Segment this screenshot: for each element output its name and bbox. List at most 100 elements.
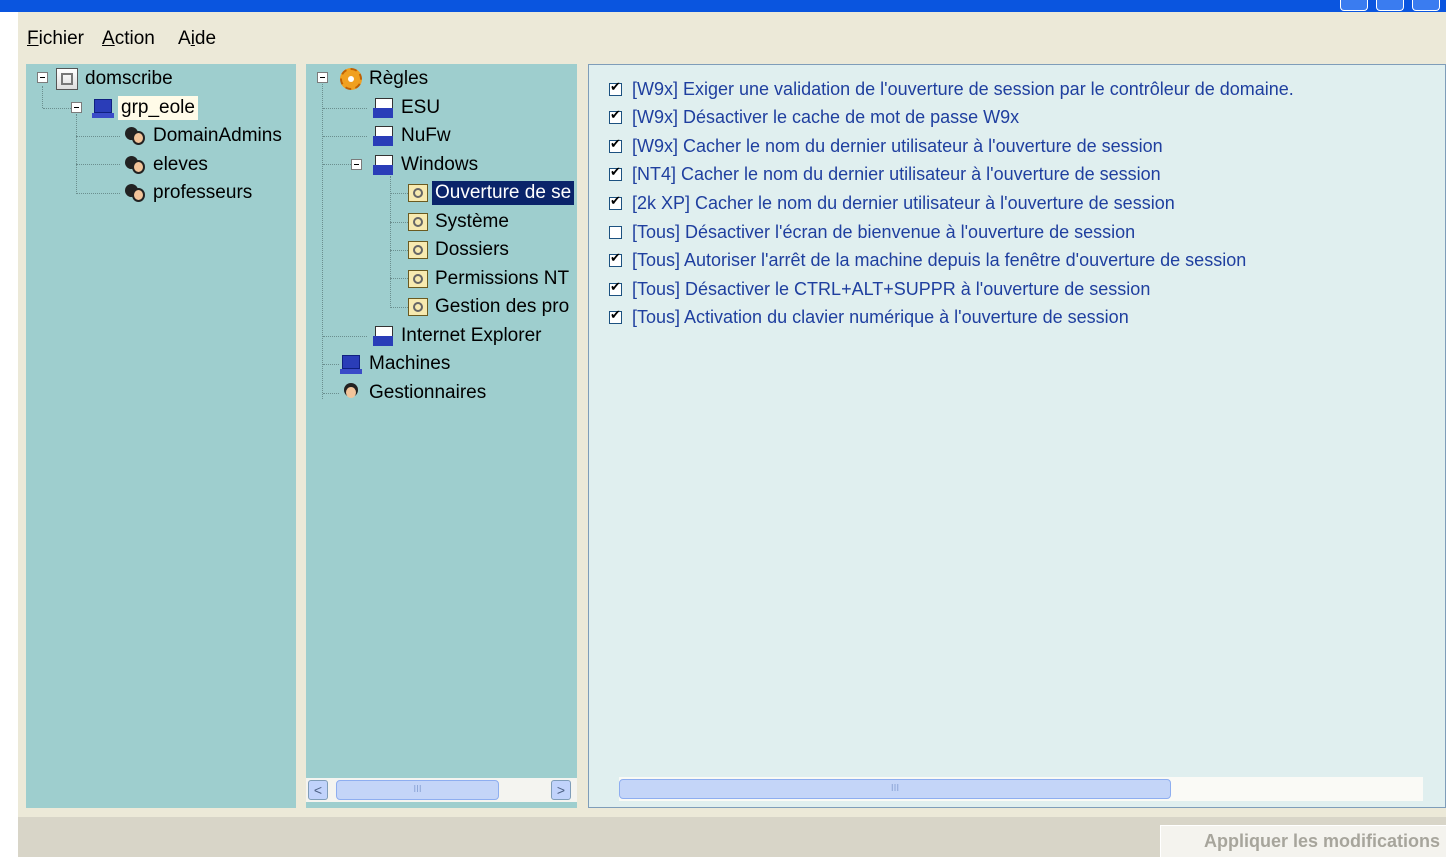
checkbox-checked[interactable] [609,80,622,96]
tree-line [390,193,408,194]
tree-node-machines[interactable]: Machines [340,351,453,377]
scroll-thumb-grip: III [890,783,900,794]
checkbox-checked[interactable] [609,108,622,125]
menu-action-mnemonic: A [102,28,115,49]
menu-bar: Fichier Action Aide [18,12,1446,62]
menu-aide-label-post: de [194,28,217,49]
collapse-toggle[interactable] [351,159,362,170]
policy-icon [372,325,394,347]
tree-line [323,364,339,365]
option-label: [W9x] Désactiver le cache de mot de pass… [632,107,1020,128]
tree-node-nufw[interactable]: NuFw [372,123,454,149]
tree-line [390,307,408,308]
users-group-icon [124,125,146,147]
option-row[interactable]: [Tous] Désactiver l'écran de bienvenue à… [609,218,1135,246]
rules-horizontal-scrollbar[interactable]: < III > [306,778,577,802]
scroll-right-button[interactable]: > [551,780,571,800]
tree-node-gestion-profils[interactable]: Gestion des pro [408,294,572,320]
maximize-button[interactable] [1376,0,1404,11]
collapse-toggle[interactable] [71,102,82,113]
minimize-button[interactable] [1340,0,1368,11]
checkbox-checked[interactable] [609,137,622,153]
tree-line [323,136,367,137]
tree-line [76,114,77,194]
tree-node-label: DomainAdmins [153,125,282,146]
tree-node-label: Gestionnaires [369,382,487,403]
tree-node-esu[interactable]: ESU [372,95,443,121]
scroll-thumb-grip: III [413,784,422,795]
apply-changes-button[interactable]: Appliquer les modifications [1160,825,1446,857]
rule-icon [408,184,428,202]
rule-icon [408,241,428,259]
tree-node-ouverture-session[interactable]: Ouverture de se [408,180,575,206]
scroll-thumb[interactable]: III [619,779,1171,799]
option-row[interactable]: [NT4] Cacher le nom du dernier utilisate… [609,161,1161,189]
tree-node-label: ESU [401,97,441,118]
tree-node-professeurs[interactable]: professeurs [124,180,255,206]
menu-fichier[interactable]: Fichier [27,28,84,50]
option-row[interactable]: [Tous] Désactiver le CTRL+ALT+SUPPR à l'… [609,275,1150,303]
tree-node-windows[interactable]: Windows [372,152,481,178]
tree-node-regles[interactable]: Règles [340,66,431,92]
window-edge [0,12,18,857]
tree-node-internet-explorer[interactable]: Internet Explorer [372,323,544,349]
option-row[interactable]: [2k XP] Cacher le nom du dernier utilisa… [609,189,1175,217]
checkbox-checked[interactable] [609,280,622,296]
menu-aide-label-pre: A [178,28,191,49]
tree-node-permissions-nt[interactable]: Permissions NT [408,266,572,292]
close-button[interactable] [1412,0,1440,11]
tree-line [390,250,408,251]
option-label: [Tous] Désactiver le CTRL+ALT+SUPPR à l'… [632,278,1151,299]
tree-node-label: Système [435,211,509,232]
tree-line [322,84,323,399]
tree-node-label: grp_eole [118,96,198,120]
policy-icon [372,154,394,176]
tree-line [76,164,120,165]
option-label: [W9x] Exiger une validation de l'ouvertu… [632,78,1294,99]
rule-icon [408,270,428,288]
tree-node-dossiers[interactable]: Dossiers [408,237,512,263]
tree-node-domscribe[interactable]: domscribe [56,66,176,92]
tree-line [76,193,120,194]
rules-tree-pane[interactable]: Règles ESU NuFw Windows Ouverture de se … [306,64,577,808]
checkbox-checked[interactable] [609,308,622,325]
tree-line [43,108,71,109]
manager-icon [340,382,362,404]
checkbox-unchecked[interactable] [609,225,622,239]
tree-node-grp-eole[interactable]: grp_eole [92,95,198,121]
tree-node-domainadmins[interactable]: DomainAdmins [124,123,285,149]
tree-node-systeme[interactable]: Système [408,209,512,235]
tree-node-label: Windows [401,154,479,175]
rule-icon [408,298,428,316]
tree-node-gestionnaires[interactable]: Gestionnaires [340,380,489,406]
gear-icon [340,68,362,90]
domain-icon [56,68,78,90]
tree-node-label: professeurs [153,182,253,203]
menu-aide[interactable]: Aide [178,28,216,50]
collapse-toggle[interactable] [37,72,48,83]
tree-line [42,86,43,108]
scroll-thumb[interactable]: III [336,780,499,800]
menu-action-label: ction [114,28,155,49]
tree-node-label: eleves [153,154,208,175]
checkbox-checked[interactable] [609,165,622,182]
options-horizontal-scrollbar[interactable]: III [619,777,1423,801]
tree-line [76,136,120,137]
tree-node-label: Dossiers [435,239,509,260]
tree-node-eleves[interactable]: eleves [124,152,211,178]
collapse-toggle[interactable] [317,72,328,83]
group-machine-icon [92,97,114,119]
scroll-left-button[interactable]: < [308,780,328,800]
title-bar [0,0,1446,12]
menu-action[interactable]: Action [102,28,155,50]
option-row[interactable]: [W9x] Désactiver le cache de mot de pass… [609,104,1019,132]
tree-line [323,336,367,337]
checkbox-checked[interactable] [609,251,622,268]
groups-tree-pane[interactable]: domscribe grp_eole DomainAdmins eleves p… [26,64,296,808]
option-row[interactable]: [W9x] Cacher le nom du dernier utilisate… [609,132,1163,160]
option-row[interactable]: [Tous] Autoriser l'arrêt de la machine d… [609,247,1246,275]
scroll-right-glyph: > [556,782,566,798]
checkbox-checked[interactable] [609,194,622,210]
option-row[interactable]: [W9x] Exiger une validation de l'ouvertu… [609,75,1294,103]
option-row[interactable]: [Tous] Activation du clavier numérique à… [609,304,1129,332]
